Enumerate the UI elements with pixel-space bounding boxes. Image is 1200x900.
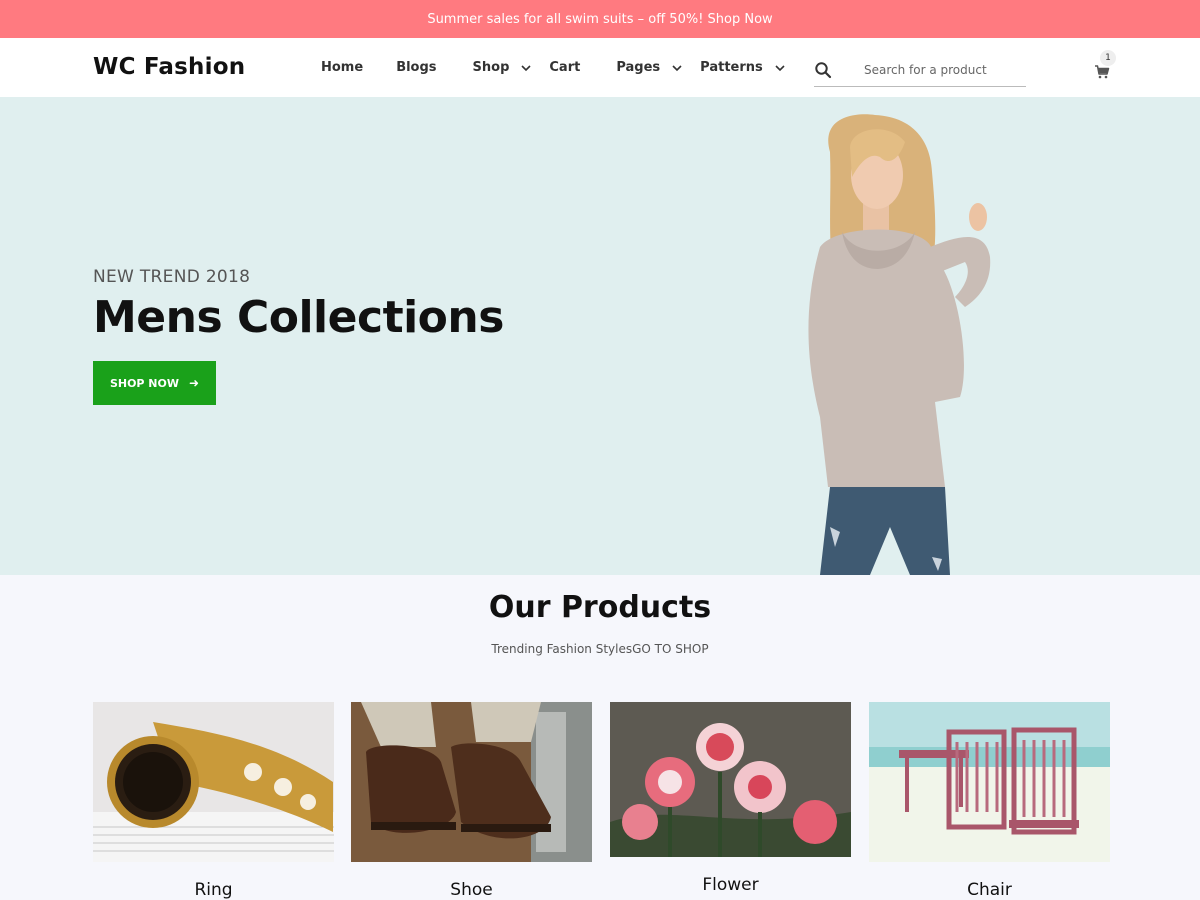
product-card-ring[interactable]: Ring bbox=[93, 702, 334, 900]
hero-title: Mens Collections bbox=[93, 292, 504, 343]
product-image[interactable] bbox=[93, 702, 334, 862]
product-image[interactable] bbox=[610, 702, 851, 857]
site-header: WC Fashion Home Blogs Shop Cart Pages Pa… bbox=[0, 38, 1200, 97]
hero-subtitle: NEW TREND 2018 bbox=[93, 267, 251, 287]
nav-item-label: Pages bbox=[616, 60, 661, 75]
hero-model-image bbox=[808, 114, 991, 575]
nav-item-label: Home bbox=[321, 60, 364, 75]
product-card-chair[interactable]: Chair bbox=[869, 702, 1110, 900]
nav-item-label: Blogs bbox=[396, 60, 437, 75]
nav-item-label: Patterns bbox=[700, 60, 763, 75]
search-input[interactable] bbox=[864, 62, 1024, 77]
product-name[interactable]: Ring bbox=[93, 880, 334, 900]
product-name[interactable]: Chair bbox=[869, 880, 1110, 900]
hero-banner: NEW TREND 2018 Mens Collections SHOP NOW… bbox=[0, 97, 1200, 575]
product-card-shoe[interactable]: Shoe bbox=[351, 702, 592, 900]
shop-now-button[interactable]: SHOP NOW ➜ bbox=[93, 361, 216, 405]
search-icon[interactable] bbox=[814, 61, 832, 79]
product-name[interactable]: Shoe bbox=[351, 880, 592, 900]
promo-bar[interactable]: Summer sales for all swim suits – off 50… bbox=[0, 0, 1200, 38]
search-bar bbox=[814, 53, 1026, 87]
cart-icon[interactable] bbox=[1094, 64, 1112, 82]
chevron-down-icon[interactable] bbox=[519, 61, 533, 75]
nav-item-cart[interactable]: Cart bbox=[549, 60, 580, 75]
promo-text[interactable]: Summer sales for all swim suits – off 50… bbox=[427, 12, 772, 27]
chevron-down-icon[interactable] bbox=[773, 61, 787, 75]
nav-item-blogs[interactable]: Blogs bbox=[396, 60, 436, 75]
products-section-title: Our Products bbox=[488, 590, 712, 625]
main-nav: Home Blogs Shop Cart Pages Patterns bbox=[321, 38, 787, 97]
products-section-subtitle[interactable]: Trending Fashion StylesGO TO SHOP bbox=[0, 642, 1200, 656]
arrow-right-icon: ➜ bbox=[189, 376, 200, 390]
nav-item-pages[interactable]: Pages bbox=[616, 60, 684, 75]
cart-count-badge: 1 bbox=[1100, 50, 1116, 66]
product-image[interactable] bbox=[869, 702, 1110, 862]
nav-item-home[interactable]: Home bbox=[321, 60, 363, 75]
nav-item-label: Shop bbox=[472, 60, 510, 75]
product-image[interactable] bbox=[351, 702, 592, 862]
chevron-down-icon[interactable] bbox=[670, 61, 684, 75]
site-logo[interactable]: WC Fashion bbox=[93, 54, 245, 80]
shop-now-label: SHOP NOW bbox=[109, 376, 179, 390]
nav-item-patterns[interactable]: Patterns bbox=[700, 60, 787, 75]
nav-item-shop[interactable]: Shop bbox=[473, 60, 534, 75]
product-name[interactable]: Flower bbox=[610, 875, 851, 895]
product-card-flower[interactable]: Flower bbox=[610, 702, 851, 895]
nav-item-label: Cart bbox=[549, 60, 581, 75]
